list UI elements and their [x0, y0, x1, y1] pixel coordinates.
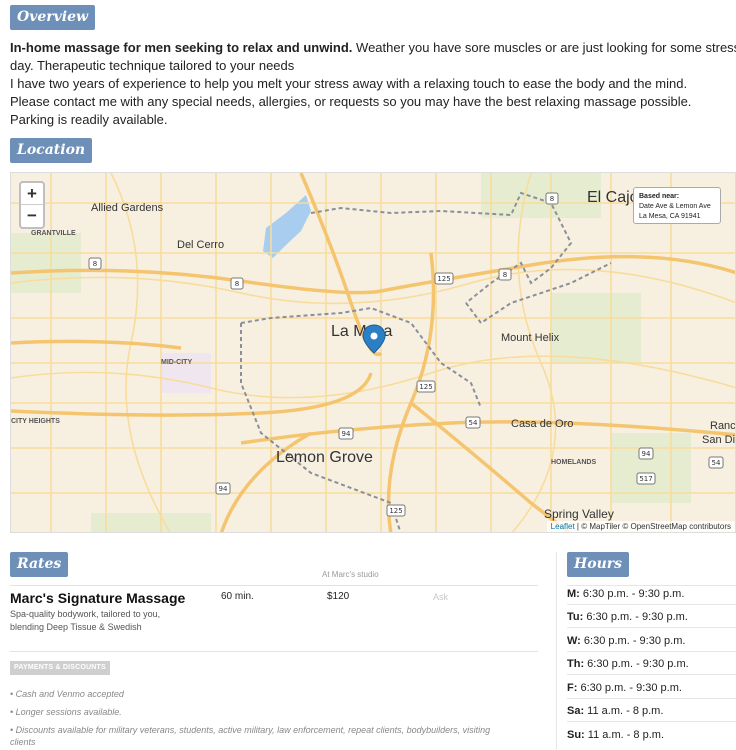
map-tiles: 8 8 8 8 125 125 125 94 94 94 54 54 517 A…	[11, 173, 736, 532]
payments-list: • Cash and Venmo accepted • Longer sessi…	[10, 688, 515, 750]
rate-description: Spa-quality bodywork, tailored to you, b…	[10, 609, 161, 632]
hours-time: 6:30 p.m. - 9:30 p.m.	[584, 658, 689, 670]
place-label: San Di	[702, 434, 735, 446]
hours-time: 6:30 p.m. - 9:30 p.m.	[580, 635, 686, 647]
hours-row-saturday: Sa: 11 a.m. - 8 p.m.	[567, 705, 663, 717]
map-park	[551, 293, 641, 363]
overview-line-1: In-home massage for men seeking to relax…	[10, 39, 736, 57]
hours-row-divider	[567, 674, 736, 675]
map-zoom-control: + −	[19, 181, 45, 229]
zoom-in-button[interactable]: +	[21, 183, 43, 205]
place-label: El Cajo	[587, 189, 639, 206]
overview-text: In-home massage for men seeking to relax…	[10, 39, 736, 129]
payment-item: • Discounts available for military veter…	[10, 725, 491, 747]
hours-time: 11 a.m. - 8 p.m.	[584, 729, 665, 741]
map-park	[91, 513, 211, 532]
hours-row-divider	[567, 651, 736, 652]
hours-time: 6:30 p.m. - 9:30 p.m.	[579, 588, 685, 600]
hours-divider	[556, 552, 557, 750]
zoom-out-button[interactable]: −	[21, 205, 43, 227]
payment-item: • Cash and Venmo accepted	[10, 689, 124, 699]
place-label: Casa de Oro	[511, 418, 573, 430]
hours-row-divider	[567, 698, 736, 699]
overview-line-1-rest: Weather you have sore muscles or are jus…	[356, 40, 736, 55]
rate-price: $120	[327, 591, 350, 602]
place-label: Mount Helix	[501, 332, 560, 344]
hours-row-monday: M: 6:30 p.m. - 9:30 p.m.	[567, 588, 684, 600]
rates-divider	[10, 651, 538, 652]
route-shield-label: 125	[389, 507, 402, 515]
rate-duration: 60 min.	[221, 591, 254, 602]
route-shield-label: 8	[550, 195, 554, 203]
payment-item: • Longer sessions available.	[10, 707, 122, 717]
route-shield-label: 517	[639, 475, 652, 483]
hours-heading: Hours	[567, 552, 630, 577]
hours-row-divider	[567, 604, 736, 605]
leaflet-link[interactable]: Leaflet	[551, 522, 575, 531]
rate-ask: Ask	[433, 592, 449, 602]
rates-heading: Rates	[10, 552, 69, 577]
route-shield-label: 94	[219, 485, 228, 493]
place-label: Allied Gardens	[91, 202, 164, 214]
map-attribution: Leaflet | © MapTiler © OpenStreetMap con…	[546, 521, 735, 532]
info-title: Based near:	[639, 193, 680, 200]
hours-day: F:	[567, 682, 578, 694]
place-label: Spring Valley	[544, 507, 614, 521]
route-shield-label: 8	[93, 260, 97, 268]
route-shield-label: 94	[342, 430, 351, 438]
info-address-line-2: La Mesa, CA 91941	[639, 213, 701, 220]
hours-day: Su:	[567, 729, 585, 741]
place-label: HOMELANDS	[551, 459, 596, 466]
hours-day: M:	[567, 588, 580, 600]
hours-time: 6:30 p.m. - 9:30 p.m.	[577, 682, 682, 694]
place-label: GRANTVILLE	[31, 230, 76, 237]
hours-time: 11 a.m. - 8 p.m.	[584, 705, 664, 717]
route-shield-label: 125	[419, 383, 432, 391]
rates-column-header: At Marc's studio	[322, 570, 379, 579]
hours-time: 6:30 p.m. - 9:30 p.m.	[583, 611, 688, 623]
place-label: CITY HEIGHTS	[11, 418, 60, 425]
place-label: Ranc	[710, 420, 736, 432]
attribution-text: | © MapTiler © OpenStreetMap contributor…	[574, 522, 731, 531]
hours-row-sunday: Su: 11 a.m. - 8 p.m.	[567, 729, 664, 741]
route-shield-label: 54	[469, 419, 478, 427]
rates-divider	[10, 585, 538, 586]
overview-heading: Overview	[10, 5, 96, 30]
hours-row-friday: F: 6:30 p.m. - 9:30 p.m.	[567, 682, 682, 694]
overview-line-4: Please contact me with any special needs…	[10, 94, 692, 109]
map-park	[481, 173, 601, 218]
route-shield-label: 8	[235, 280, 239, 288]
route-shield-label: 94	[642, 450, 651, 458]
info-address-line-1: Date Ave & Lemon Ave	[639, 203, 711, 210]
route-shield-label: 8	[503, 271, 507, 279]
hours-row-tuesday: Tu: 6:30 p.m. - 9:30 p.m.	[567, 611, 688, 623]
hours-row-wednesday: W: 6:30 p.m. - 9:30 p.m.	[567, 635, 685, 647]
overview-lead: In-home massage for men seeking to relax…	[10, 40, 353, 55]
rate-name: Marc's Signature Massage	[10, 590, 186, 606]
route-shield-label: 54	[712, 459, 721, 467]
location-heading: Location	[10, 138, 93, 163]
hours-row-divider	[567, 585, 736, 586]
payments-label: PAYMENTS & DISCOUNTS	[10, 661, 110, 675]
hours-day: Th:	[567, 658, 585, 670]
overview-line-2: day. Therapeutic technique tailored to y…	[10, 58, 295, 73]
map-park	[11, 233, 81, 293]
hours-row-divider	[567, 721, 736, 722]
place-label: Lemon Grove	[276, 449, 373, 466]
route-shield-label: 125	[437, 275, 450, 283]
place-label: Del Cerro	[177, 239, 224, 251]
place-label: MID-CITY	[161, 359, 192, 366]
hours-day: Sa:	[567, 705, 585, 717]
overview-line-5: Parking is readily available.	[10, 112, 168, 127]
hours-day: W:	[567, 635, 581, 647]
hours-row-thursday: Th: 6:30 p.m. - 9:30 p.m.	[567, 658, 689, 670]
hours-row-divider	[567, 627, 736, 628]
overview-line-3: I have two years of experience to help y…	[10, 76, 688, 91]
location-map[interactable]: 8 8 8 8 125 125 125 94 94 94 54 54 517 A…	[10, 172, 736, 533]
map-info-popup: Based near: Date Ave & Lemon Ave La Mesa…	[633, 187, 721, 224]
hours-day: Tu:	[567, 611, 584, 623]
